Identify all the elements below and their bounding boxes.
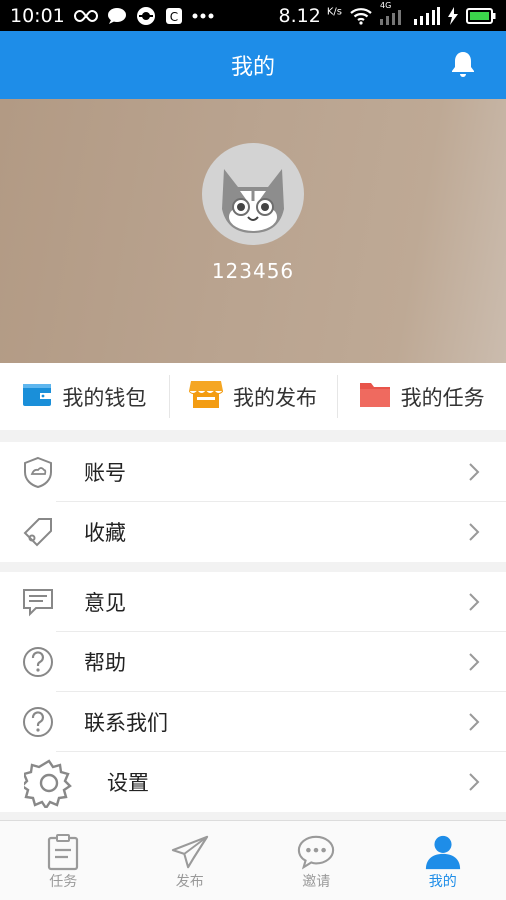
tab-label: 任务 (49, 874, 78, 890)
chevron-right-icon (468, 592, 480, 612)
wallet-icon (22, 381, 52, 412)
more-icon (192, 13, 214, 19)
help-icon (22, 646, 54, 678)
my-tasks-button[interactable]: 我的任务 (337, 363, 506, 430)
wallet-button[interactable]: 我的钱包 (0, 363, 169, 430)
person-icon (424, 833, 462, 871)
tag-icon (22, 516, 54, 548)
contact-icon (22, 706, 54, 738)
tab-tasks[interactable]: 任务 (0, 821, 127, 900)
app-badge-icon: C (165, 7, 183, 25)
chevron-right-icon (468, 772, 480, 792)
menu-label: 设置 (107, 771, 149, 795)
chevron-right-icon (468, 462, 480, 482)
network-label: 4G (380, 0, 392, 10)
network-speed: 8.12 K/s (279, 5, 343, 27)
my-posts-label: 我的发布 (233, 385, 317, 410)
chevron-right-icon (468, 522, 480, 542)
menu-label: 意见 (84, 591, 126, 615)
wallet-label: 我的钱包 (62, 385, 147, 410)
tab-invite[interactable]: 邀请 (253, 821, 380, 900)
chevron-right-icon (468, 712, 480, 732)
tab-label: 我的 (428, 874, 457, 890)
menu-label: 账号 (84, 461, 126, 485)
chevron-right-icon (468, 652, 480, 672)
app-header: 我的 (0, 31, 506, 99)
username: 123456 (211, 259, 295, 283)
status-time: 10:01 (10, 4, 65, 27)
infinity-icon (73, 9, 98, 23)
menu-item-contact[interactable]: 联系我们 (0, 692, 506, 752)
clipboard-icon (44, 833, 82, 871)
svg-text:C: C (170, 10, 178, 24)
menu-group-support: 意见 帮助 联系我们 设置 (0, 572, 506, 812)
speed-value: 8.12 (278, 4, 321, 27)
menu-group-account: 账号 收藏 (0, 442, 506, 562)
menu-item-feedback[interactable]: 意见 (0, 572, 506, 632)
menu-item-account[interactable]: 账号 (0, 442, 506, 502)
page-title: 我的 (230, 55, 275, 80)
profile-header: 123456 (0, 99, 506, 363)
battery-icon (466, 7, 496, 24)
message-icon (107, 7, 127, 25)
speed-unit: K/s (326, 6, 342, 18)
menu-label: 联系我们 (84, 711, 168, 735)
wifi-icon (350, 7, 372, 25)
menu-label: 收藏 (84, 521, 126, 545)
cat-avatar-icon (222, 169, 284, 233)
feedback-icon (22, 586, 54, 618)
signal-4g-icon: 4G (380, 1, 406, 25)
menu-item-help[interactable]: 帮助 (0, 632, 506, 692)
status-bar: 10:01 C 8.12 K/s 4G (0, 0, 506, 31)
menu-item-favorites[interactable]: 收藏 (0, 502, 506, 562)
signal-icon (414, 6, 440, 25)
menu-label: 帮助 (84, 651, 126, 675)
avatar[interactable] (202, 143, 304, 245)
gear-icon (24, 758, 74, 808)
tab-mine[interactable]: 我的 (380, 821, 506, 900)
shop-icon (188, 379, 224, 414)
bottom-tab-bar: 任务 发布 邀请 我的 (0, 820, 506, 900)
app-notification-icon (136, 6, 156, 26)
quick-actions: 我的钱包 我的发布 我的任务 (0, 363, 506, 430)
paper-plane-icon (171, 833, 209, 871)
folder-icon (359, 380, 391, 413)
shield-icon (22, 456, 54, 488)
tab-publish[interactable]: 发布 (127, 821, 254, 900)
chat-bubble-icon (297, 833, 335, 871)
tab-label: 邀请 (302, 874, 331, 890)
my-posts-button[interactable]: 我的发布 (168, 363, 338, 430)
menu-item-settings[interactable]: 设置 (0, 752, 506, 812)
charging-icon (448, 6, 458, 25)
my-tasks-label: 我的任务 (400, 385, 485, 410)
bell-icon[interactable] (448, 49, 478, 79)
tab-label: 发布 (175, 874, 204, 890)
